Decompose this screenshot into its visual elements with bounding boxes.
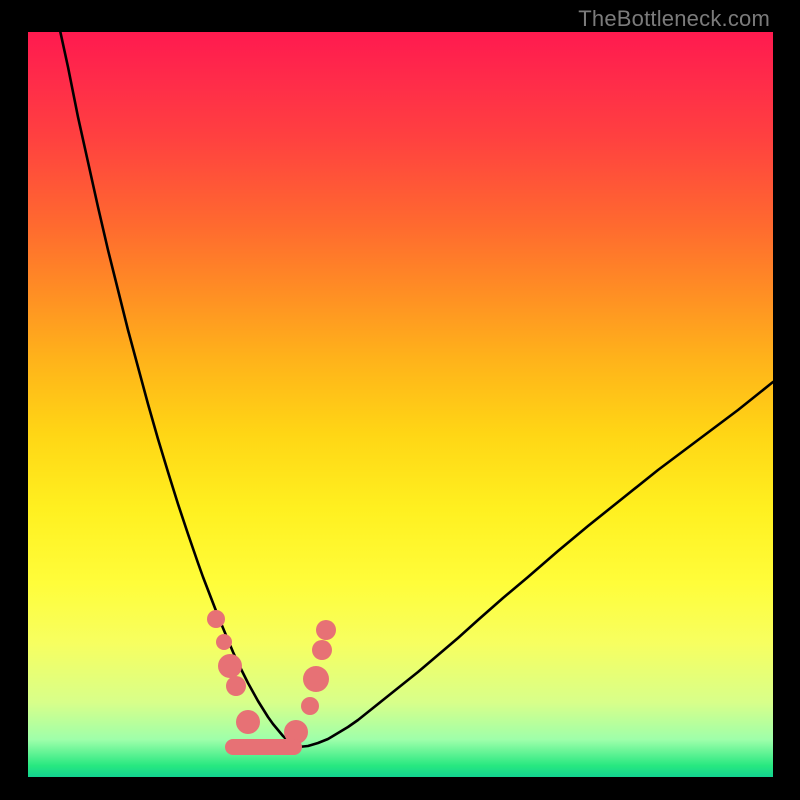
chart-frame: TheBottleneck.com bbox=[0, 0, 800, 800]
chart-svg bbox=[28, 32, 773, 777]
data-markers bbox=[207, 610, 336, 755]
plot-area bbox=[28, 32, 773, 777]
bottleneck-curve bbox=[56, 32, 773, 747]
watermark-text: TheBottleneck.com bbox=[578, 6, 770, 32]
